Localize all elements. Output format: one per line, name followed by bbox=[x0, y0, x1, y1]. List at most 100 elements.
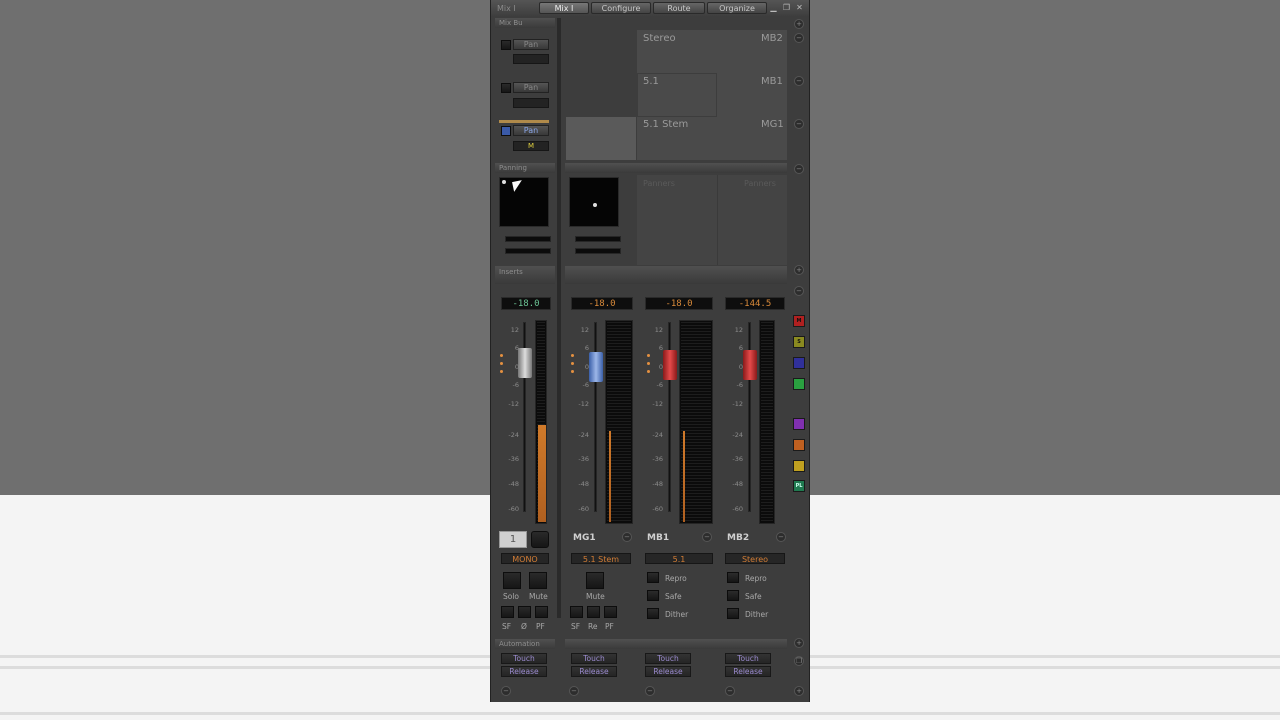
solo-button[interactable] bbox=[503, 572, 521, 589]
remove-icon[interactable]: − bbox=[794, 286, 804, 296]
record-button[interactable] bbox=[531, 531, 549, 548]
pan-fader[interactable] bbox=[505, 236, 551, 242]
mute-button[interactable] bbox=[586, 572, 604, 589]
route-toggle[interactable] bbox=[501, 126, 511, 136]
pan-button[interactable]: Pan bbox=[513, 39, 549, 50]
panner-ghost-label: Panners bbox=[744, 179, 776, 188]
remove-icon[interactable]: − bbox=[794, 76, 804, 86]
remove-icon[interactable]: − bbox=[622, 532, 632, 542]
plugin-yellow-icon[interactable] bbox=[793, 460, 805, 472]
tab-configure[interactable]: Configure bbox=[591, 2, 651, 14]
mode-button[interactable]: M bbox=[513, 141, 549, 151]
add-icon[interactable]: + bbox=[794, 265, 804, 275]
pan-fader[interactable] bbox=[505, 248, 551, 254]
format-label: 5.1 bbox=[645, 553, 713, 564]
release-button[interactable]: Release bbox=[571, 666, 617, 677]
pan-fader[interactable] bbox=[575, 236, 621, 242]
divider bbox=[0, 712, 1280, 715]
plugin-blue-icon[interactable] bbox=[793, 357, 805, 369]
touch-button[interactable]: Touch bbox=[571, 653, 617, 664]
tab-route[interactable]: Route bbox=[653, 2, 705, 14]
add-icon[interactable]: + bbox=[794, 19, 804, 29]
panning-header-right bbox=[565, 163, 787, 173]
add-icon[interactable]: + bbox=[794, 638, 804, 648]
remove-icon[interactable]: − bbox=[794, 33, 804, 43]
plugin-orange-icon[interactable] bbox=[793, 439, 805, 451]
route-name[interactable]: 5.1 Stem bbox=[643, 119, 688, 130]
plugin-m-icon[interactable]: M bbox=[793, 315, 805, 327]
dither-checkbox[interactable] bbox=[727, 608, 739, 619]
plugin-green-icon[interactable] bbox=[793, 378, 805, 390]
pan-position[interactable] bbox=[502, 180, 506, 184]
level-display[interactable]: -18.0 bbox=[501, 297, 551, 310]
pf-button[interactable] bbox=[535, 606, 548, 618]
remove-icon[interactable]: − bbox=[794, 164, 804, 174]
repro-checkbox[interactable] bbox=[727, 572, 739, 583]
remove-icon[interactable]: − bbox=[702, 532, 712, 542]
dither-checkbox[interactable] bbox=[647, 608, 659, 619]
tab-organize[interactable]: Organize bbox=[707, 2, 767, 14]
plugin-pl-icon[interactable]: PL bbox=[793, 480, 805, 492]
level-display[interactable]: -144.5 bbox=[725, 297, 785, 310]
safe-label: Safe bbox=[745, 592, 762, 601]
release-button[interactable]: Release bbox=[725, 666, 771, 677]
safe-checkbox[interactable] bbox=[647, 590, 659, 601]
strip-name[interactable]: MG1 bbox=[573, 533, 596, 543]
panning-header: Panning bbox=[495, 163, 555, 173]
dither-label: Dither bbox=[665, 610, 689, 619]
re-button[interactable] bbox=[587, 606, 600, 618]
route-name[interactable]: Stereo bbox=[643, 33, 676, 44]
remove-icon[interactable]: − bbox=[569, 686, 579, 696]
remove-icon[interactable]: − bbox=[725, 686, 735, 696]
mode-button[interactable] bbox=[513, 54, 549, 64]
scale-2: 12 6 0 -6 -12 -24 -36 -48 -60 bbox=[578, 326, 589, 513]
panner-ghost-label: Panners bbox=[643, 179, 675, 188]
add-icon[interactable]: + bbox=[794, 686, 804, 696]
mute-button[interactable] bbox=[529, 572, 547, 589]
remove-icon[interactable]: − bbox=[776, 532, 786, 542]
pan-pad[interactable] bbox=[499, 177, 549, 227]
panner-area bbox=[637, 175, 787, 265]
close-icon[interactable]: ✕ bbox=[795, 3, 804, 12]
channel-number[interactable]: 1 bbox=[499, 531, 527, 548]
fader-track[interactable] bbox=[594, 322, 597, 512]
pan-button[interactable]: Pan bbox=[513, 125, 549, 136]
strip-name[interactable]: MB1 bbox=[647, 533, 669, 543]
minimize-icon[interactable]: ▁ bbox=[769, 3, 778, 12]
safe-checkbox[interactable] bbox=[727, 590, 739, 601]
copy-icon[interactable]: ❐ bbox=[794, 656, 804, 666]
sf-label: SF bbox=[571, 622, 581, 631]
level-display[interactable]: -18.0 bbox=[645, 297, 713, 310]
touch-button[interactable]: Touch bbox=[725, 653, 771, 664]
pan-position[interactable] bbox=[593, 203, 597, 207]
sf-button[interactable] bbox=[570, 606, 583, 618]
pf-label: PF bbox=[536, 622, 545, 631]
inserts-label: Inserts bbox=[499, 268, 523, 276]
remove-icon[interactable]: − bbox=[645, 686, 655, 696]
phase-button[interactable] bbox=[518, 606, 531, 618]
tab-mix[interactable]: Mix I bbox=[539, 2, 589, 14]
repro-checkbox[interactable] bbox=[647, 572, 659, 583]
touch-button[interactable]: Touch bbox=[645, 653, 691, 664]
repro-label: Repro bbox=[745, 574, 767, 583]
route-name[interactable]: 5.1 bbox=[643, 76, 659, 87]
route-toggle[interactable] bbox=[501, 83, 511, 93]
route-toggle[interactable] bbox=[501, 40, 511, 50]
remove-icon[interactable]: − bbox=[501, 686, 511, 696]
level-display[interactable]: -18.0 bbox=[571, 297, 633, 310]
release-button[interactable]: Release bbox=[501, 666, 547, 677]
pan-pad[interactable] bbox=[569, 177, 619, 227]
strip-name[interactable]: MB2 bbox=[727, 533, 749, 543]
plugin-purple-icon[interactable] bbox=[793, 418, 805, 430]
mix-bus-label: Mix Bu bbox=[499, 19, 523, 27]
sf-button[interactable] bbox=[501, 606, 514, 618]
restore-icon[interactable]: ❐ bbox=[782, 3, 791, 12]
pan-button[interactable]: Pan bbox=[513, 82, 549, 93]
touch-button[interactable]: Touch bbox=[501, 653, 547, 664]
release-button[interactable]: Release bbox=[645, 666, 691, 677]
plugin-s-icon[interactable]: S bbox=[793, 336, 805, 348]
pan-fader[interactable] bbox=[575, 248, 621, 254]
pf-button[interactable] bbox=[604, 606, 617, 618]
mode-button[interactable] bbox=[513, 98, 549, 108]
remove-icon[interactable]: − bbox=[794, 119, 804, 129]
